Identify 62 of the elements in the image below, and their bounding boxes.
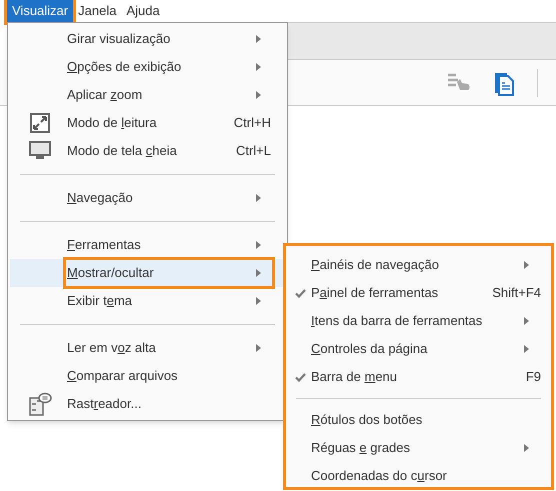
- shortcut-text: Ctrl+L: [236, 142, 271, 160]
- menu-item[interactable]: Rótulos dos botões: [286, 406, 551, 434]
- menu-item-label: Barra de menu: [311, 368, 398, 386]
- menu-item[interactable]: Coordenadas do cursor: [286, 462, 551, 490]
- expand-icon: [30, 113, 50, 133]
- menu-item-label: Painéis de navegação: [311, 256, 439, 274]
- submenu-arrow-icon: [256, 241, 261, 249]
- menu-item[interactable]: Ferramentas: [10, 231, 285, 259]
- menu-item-label: Navegação: [67, 189, 133, 208]
- menu-item[interactable]: Opções de exibição: [10, 53, 285, 81]
- menu-item[interactable]: Barra de menu F9: [286, 363, 551, 391]
- menu-item[interactable]: Modo de leitura Ctrl+H: [10, 109, 285, 137]
- tracker-icon: [28, 392, 52, 416]
- menu-item-label: Rastreador...: [67, 395, 142, 414]
- menu-item-label: Aplicar zoom: [67, 86, 142, 104]
- menu-item[interactable]: Painéis de navegação: [286, 251, 551, 279]
- menu-item-label: Itens da barra de ferramentas: [311, 312, 482, 330]
- menu-item[interactable]: Ler em voz alta: [10, 334, 285, 362]
- menu-item[interactable]: Aplicar zoom: [10, 81, 285, 109]
- menu-item-label: Modo de tela cheia: [67, 142, 177, 160]
- submenu-arrow-icon: [524, 444, 529, 452]
- menu-item[interactable]: Navegação: [10, 184, 285, 212]
- submenu-arrow-icon: [256, 269, 261, 277]
- menu-item-label: Ferramentas: [67, 236, 141, 254]
- menu-item-label: Ler em voz alta: [67, 339, 156, 358]
- menu-item[interactable]: Rastreador...: [10, 390, 285, 418]
- menu-bar-item[interactable]: Janela: [73, 0, 122, 22]
- menu-item-label: Painel de ferramentas: [311, 284, 438, 302]
- submenu-arrow-icon: [524, 345, 529, 353]
- submenu-arrow-icon: [256, 35, 261, 43]
- menu-item[interactable]: Exibir tema: [10, 287, 285, 315]
- submenu-arrow-icon: [524, 261, 529, 269]
- submenu-arrow-icon: [256, 297, 261, 305]
- menu-item[interactable]: Modo de tela cheia Ctrl+L: [10, 137, 285, 165]
- menu-item-label: Modo de leitura: [67, 114, 157, 132]
- menu-item[interactable]: Comparar arquivos: [10, 362, 285, 390]
- shortcut-text: F9: [526, 368, 541, 386]
- menu-item-label: Girar visualização: [67, 30, 170, 48]
- shortcut-text: Shift+F4: [492, 284, 541, 302]
- menu-bar-item[interactable]: Visualizar: [7, 0, 74, 22]
- menu-item-label: Comparar arquivos: [67, 367, 178, 386]
- menu-item-label: Opções de exibição: [67, 58, 182, 76]
- menu-item-label: Exibir tema: [67, 292, 132, 310]
- menu-item[interactable]: Itens da barra de ferramentas: [286, 307, 551, 335]
- submenu-arrow-icon: [256, 63, 261, 71]
- menu-item[interactable]: Réguas e grades: [286, 434, 551, 462]
- shortcut-text: Ctrl+H: [234, 114, 271, 132]
- menu-bar-item[interactable]: Ajuda: [121, 0, 165, 22]
- menu-item[interactable]: Controles da página: [286, 335, 551, 363]
- submenu-arrow-icon: [256, 91, 261, 99]
- submenu-arrow-icon: [524, 317, 529, 325]
- submenu-arrow-icon: [256, 194, 261, 202]
- menu-item[interactable]: Girar visualização: [10, 25, 285, 53]
- menu-item[interactable]: Mostrar/ocultar: [10, 259, 285, 287]
- menu-item-label: Mostrar/ocultar: [67, 264, 154, 282]
- menu-item-label: Coordenadas do cursor: [311, 467, 447, 486]
- menu-item[interactable]: Painel de ferramentas Shift+F4: [286, 279, 551, 307]
- menu-item-label: Controles da página: [311, 340, 428, 358]
- submenu-arrow-icon: [256, 344, 261, 352]
- menu-item-label: Rótulos dos botões: [311, 411, 422, 430]
- monitor-icon: [28, 141, 50, 161]
- menu-item-label: Réguas e grades: [311, 439, 410, 458]
